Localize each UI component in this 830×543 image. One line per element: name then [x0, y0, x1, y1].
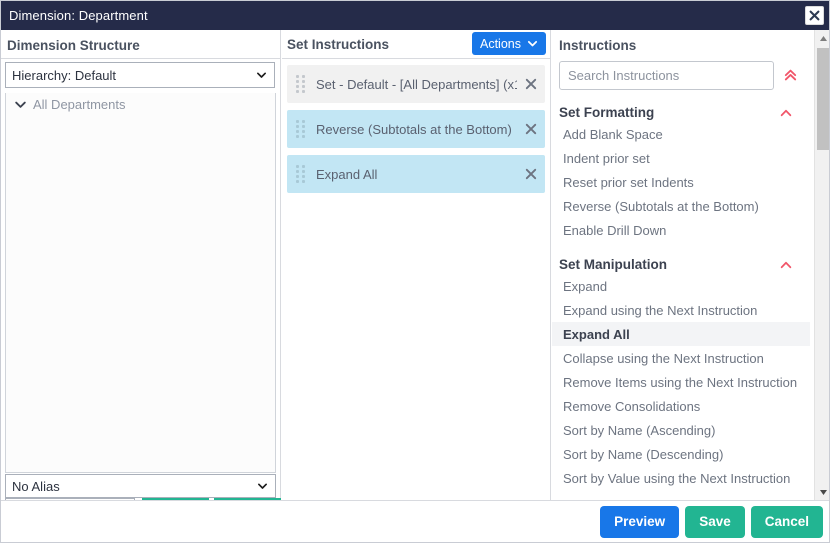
- scroll-down-button[interactable]: [815, 484, 830, 501]
- set-instruction-label: Reverse (Subtotals at the Bottom): [316, 122, 517, 137]
- set-instruction-list: Set - Default - [All Departments] (x1) R…: [282, 59, 550, 193]
- instruction-option-reset-prior-set-indents[interactable]: Reset prior set Indents: [552, 170, 810, 194]
- instructions-scrollbar[interactable]: [814, 30, 830, 501]
- remove-instruction-button[interactable]: [517, 123, 545, 135]
- close-icon: [525, 123, 537, 135]
- hierarchy-select-value: Hierarchy: Default: [6, 68, 116, 83]
- set-instruction-row[interactable]: Reverse (Subtotals at the Bottom): [287, 110, 545, 148]
- instruction-group-set-formatting: Set Formatting Add Blank Space Indent pr…: [552, 102, 810, 242]
- instructions-scroll-content: Instructions Set Formatting: [552, 30, 810, 501]
- instruction-option-add-blank-space[interactable]: Add Blank Space: [552, 122, 810, 146]
- close-icon: [525, 168, 537, 180]
- collapse-all-icon[interactable]: [782, 68, 798, 84]
- cancel-button[interactable]: Cancel: [751, 506, 823, 538]
- actions-button[interactable]: Actions: [472, 32, 546, 55]
- dialog-footer: Preview Save Cancel: [1, 500, 830, 542]
- chevron-up-icon[interactable]: [779, 106, 793, 118]
- set-instructions-title: Set Instructions: [282, 37, 389, 52]
- set-instruction-label: Set - Default - [All Departments] (x1): [316, 77, 517, 92]
- chevron-up-icon[interactable]: [779, 258, 793, 270]
- instructions-panel: Instructions Set Formatting: [552, 30, 830, 501]
- scroll-up-button[interactable]: [815, 30, 830, 47]
- close-button[interactable]: [805, 6, 824, 25]
- instructions-header: Instructions: [552, 30, 810, 59]
- dimension-structure-header: Dimension Structure: [1, 30, 280, 59]
- chevron-down-icon: [257, 481, 268, 492]
- chevron-down-icon: [256, 70, 267, 81]
- tree-node-label: All Departments: [33, 97, 125, 112]
- dimension-editor-dialog: Dimension: Department Dimension Structur…: [0, 0, 830, 543]
- alias-select[interactable]: No Alias: [5, 474, 276, 498]
- drag-handle-icon[interactable]: [296, 165, 308, 183]
- instruction-option-indent-prior-set[interactable]: Indent prior set: [552, 146, 810, 170]
- triangle-down-icon: [819, 489, 828, 496]
- close-icon: [809, 10, 820, 21]
- remove-instruction-button[interactable]: [517, 168, 545, 180]
- scrollbar-thumb[interactable]: [817, 48, 830, 150]
- dimension-tree[interactable]: All Departments: [5, 93, 276, 473]
- instruction-option-enable-drill-down[interactable]: Enable Drill Down: [552, 218, 810, 242]
- dimension-structure-panel: Dimension Structure Hierarchy: Default A…: [1, 30, 281, 501]
- hierarchy-select[interactable]: Hierarchy: Default: [5, 62, 275, 88]
- close-icon: [525, 78, 537, 90]
- save-button[interactable]: Save: [685, 506, 745, 538]
- instruction-option-expand[interactable]: Expand: [552, 274, 810, 298]
- instruction-group-header[interactable]: Set Manipulation: [552, 254, 810, 274]
- dialog-title: Dimension: Department: [1, 8, 148, 23]
- instruction-option-reverse-subtotals-at-the-bottom[interactable]: Reverse (Subtotals at the Bottom): [552, 194, 810, 218]
- instruction-option-sort-by-name-descending[interactable]: Sort by Name (Descending): [552, 442, 810, 466]
- alias-select-value: No Alias: [6, 479, 60, 494]
- dialog-body: Dimension Structure Hierarchy: Default A…: [1, 30, 830, 501]
- instruction-option-remove-consolidations[interactable]: Remove Consolidations: [552, 394, 810, 418]
- triangle-up-icon: [819, 35, 828, 42]
- set-instruction-row[interactable]: Expand All: [287, 155, 545, 193]
- actions-button-label: Actions: [480, 37, 521, 51]
- instruction-group-header[interactable]: Set Formatting: [552, 102, 810, 122]
- set-instruction-label: Expand All: [316, 167, 517, 182]
- remove-instruction-button[interactable]: [517, 78, 545, 90]
- instruction-option-expand-using-the-next-instruction[interactable]: Expand using the Next Instruction: [552, 298, 810, 322]
- preview-button[interactable]: Preview: [600, 506, 679, 538]
- instruction-option-remove-items-using-the-next-instruction[interactable]: Remove Items using the Next Instruction: [552, 370, 810, 394]
- drag-handle-icon[interactable]: [296, 75, 308, 93]
- drag-handle-icon[interactable]: [296, 120, 308, 138]
- chevron-down-icon: [527, 38, 538, 49]
- instruction-group-set-manipulation: Set Manipulation Expand Expand using the…: [552, 254, 810, 490]
- set-instruction-row[interactable]: Set - Default - [All Departments] (x1): [287, 65, 545, 103]
- instruction-group-title: Set Formatting: [559, 105, 654, 120]
- set-instructions-header: Set Instructions Actions: [282, 30, 550, 59]
- instruction-option-sort-by-name-ascending[interactable]: Sort by Name (Ascending): [552, 418, 810, 442]
- chevron-down-icon: [14, 98, 27, 111]
- search-instructions-input[interactable]: [559, 61, 774, 90]
- instruction-option-collapse-using-the-next-instruction[interactable]: Collapse using the Next Instruction: [552, 346, 810, 370]
- instruction-group-title: Set Manipulation: [559, 257, 667, 272]
- dialog-titlebar: Dimension: Department: [1, 1, 830, 30]
- set-instructions-panel: Set Instructions Actions Set - Default -…: [282, 30, 551, 501]
- instruction-option-sort-by-value-using-the-next-instruction[interactable]: Sort by Value using the Next Instruction: [552, 466, 810, 490]
- instructions-search-row: [552, 59, 810, 90]
- tree-node-all-departments[interactable]: All Departments: [6, 93, 275, 115]
- instruction-option-expand-all[interactable]: Expand All: [552, 322, 810, 346]
